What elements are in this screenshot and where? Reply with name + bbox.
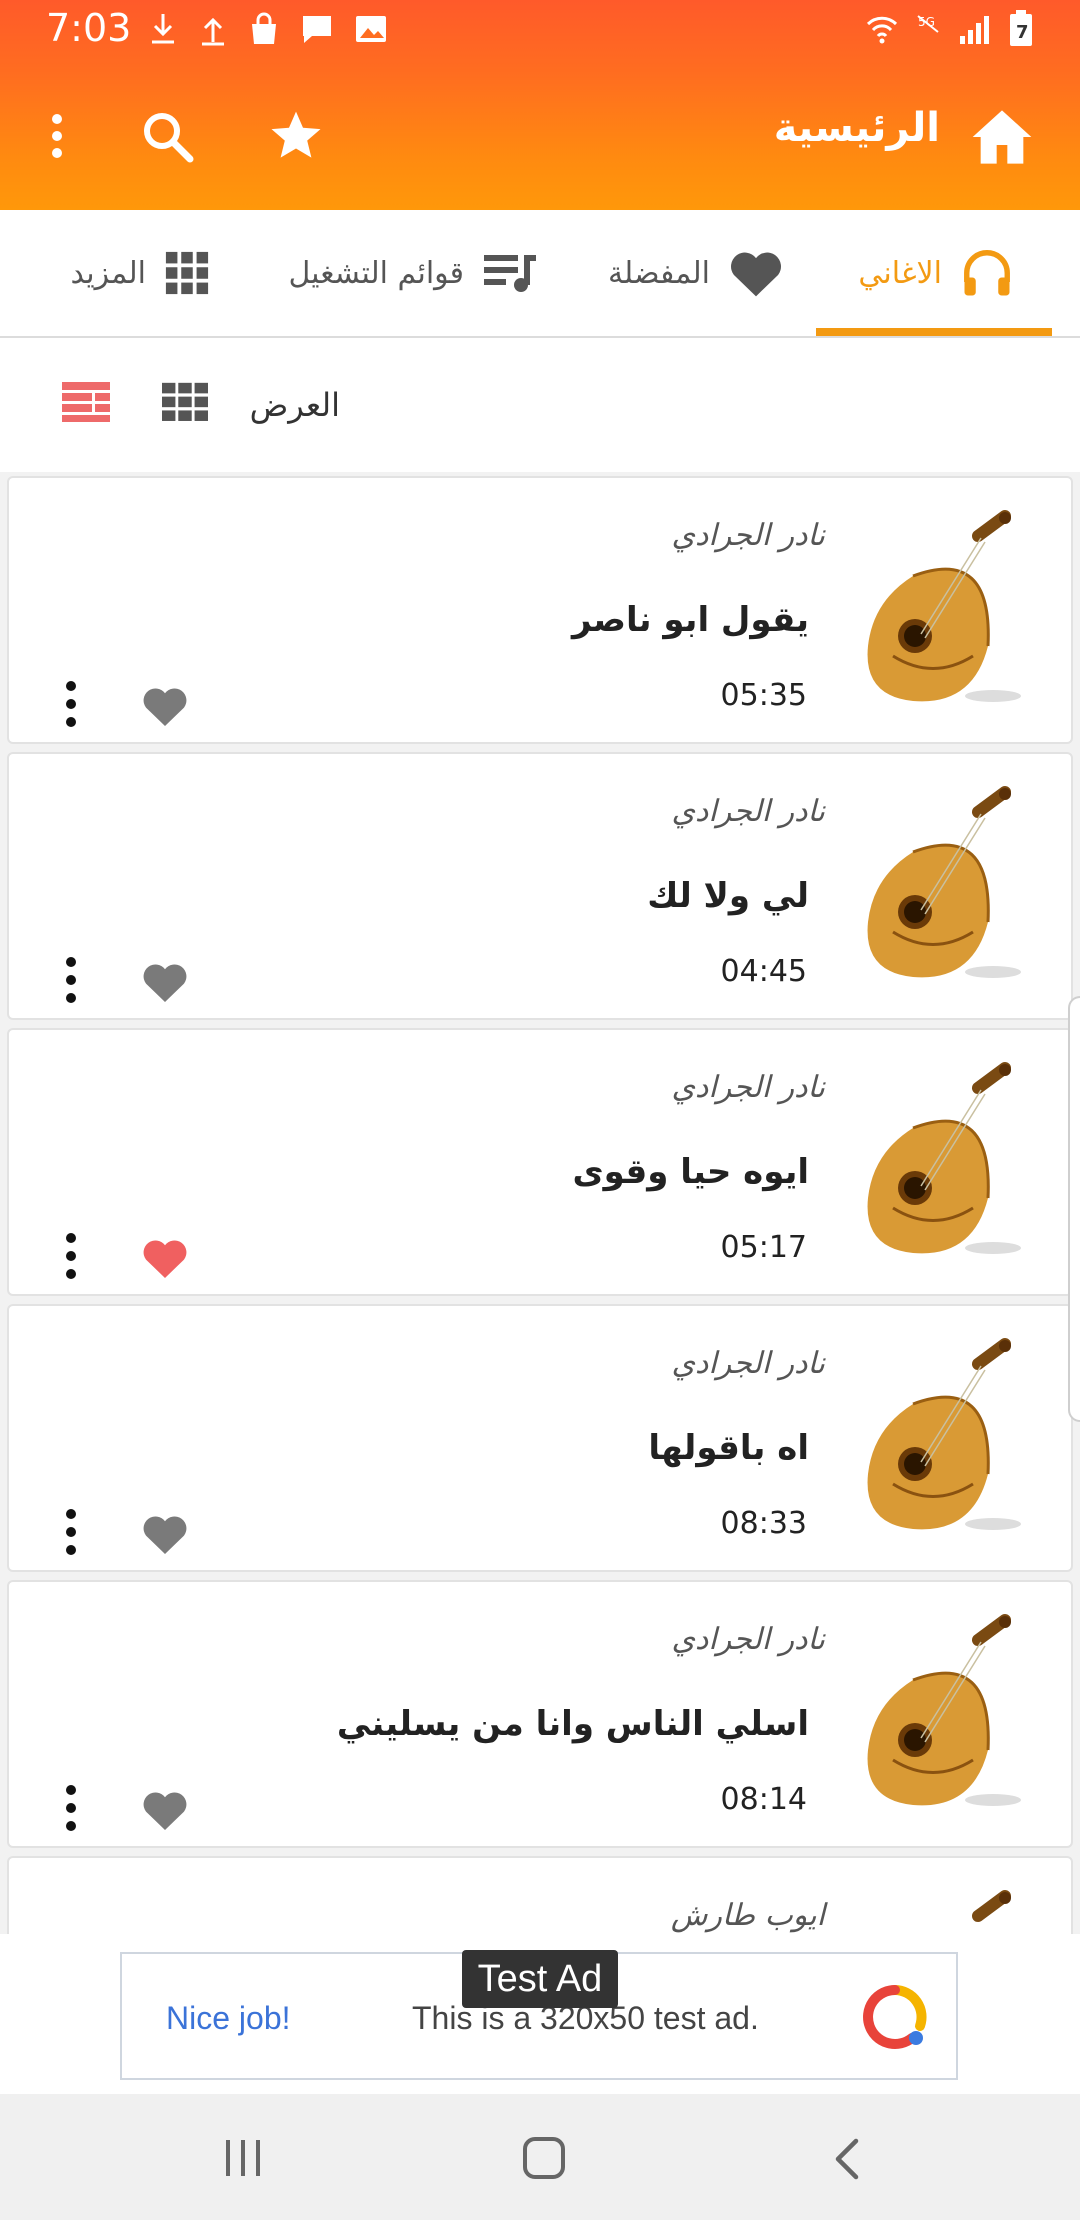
shopping-bag-icon	[252, 12, 276, 44]
svg-text:7: 7	[1016, 22, 1029, 43]
oud-icon	[867, 510, 1021, 702]
app-bar: الرئيسية	[0, 63, 1080, 210]
song-artist: نادر الجرادي	[671, 1622, 825, 1657]
tab-playlists[interactable]: قوائم التشغيل	[288, 210, 538, 336]
more-options-icon[interactable]	[61, 1508, 81, 1556]
song-card[interactable]: ايوب طارش	[7, 1856, 1073, 1934]
song-duration: 08:33	[720, 1506, 807, 1541]
list-view-icon[interactable]	[62, 382, 110, 422]
song-list: نادر الجرادي يقول ابو ناصر 05:35 نادر ال…	[0, 472, 1080, 1934]
song-duration: 05:35	[720, 678, 807, 713]
song-title: ايوه حيا وقوى	[572, 1152, 809, 1192]
song-duration: 05:17	[720, 1230, 807, 1265]
view-label: العرض	[249, 386, 340, 424]
song-card[interactable]: نادر الجرادي ايوه حيا وقوى 05:17	[7, 1028, 1073, 1296]
song-artist: نادر الجرادي	[671, 1346, 825, 1381]
signal-icon	[960, 16, 989, 44]
upload-icon	[202, 17, 224, 46]
status-bar: 7:03 5G 7	[0, 0, 1080, 63]
oud-icon	[972, 1890, 1011, 1922]
song-artist: نادر الجرادي	[671, 1070, 825, 1105]
status-notification-icons	[148, 12, 388, 46]
favorite-toggle-icon[interactable]	[141, 960, 189, 1004]
view-toggle-row: العرض	[0, 338, 1080, 472]
tab-label: الاغاني	[858, 255, 942, 291]
tab-more[interactable]: المزيد	[71, 210, 210, 336]
oud-icon	[867, 786, 1021, 978]
tab-bar: الاغاني المفضلة قوائم التشغيل المزيد	[0, 210, 1080, 338]
heart-icon	[731, 252, 781, 297]
song-title: لي ولا لك	[647, 876, 809, 916]
fast-scroll-handle[interactable]	[1068, 996, 1080, 1422]
status-time: 7:03	[46, 6, 132, 50]
home-nav-icon[interactable]	[522, 2136, 566, 2180]
ad-cta[interactable]: Nice job!	[166, 2000, 291, 2037]
header: 7:03 5G 7 الرئيسية	[0, 0, 1080, 210]
favorite-toggle-icon[interactable]	[141, 684, 189, 728]
home-icon[interactable]	[970, 107, 1034, 167]
playlist-icon	[484, 255, 536, 292]
song-card[interactable]: نادر الجرادي اسلي الناس وانا من يسليني 0…	[7, 1580, 1073, 1848]
song-artist: نادر الجرادي	[671, 794, 825, 829]
battery-icon: 7	[1010, 10, 1032, 46]
image-icon	[356, 16, 386, 42]
song-title: اسلي الناس وانا من يسليني	[336, 1704, 809, 1744]
tab-label: المزيد	[70, 255, 146, 291]
more-options-icon[interactable]	[61, 1232, 81, 1280]
message-icon	[303, 16, 331, 43]
star-icon[interactable]	[268, 107, 324, 163]
more-options-icon[interactable]	[61, 956, 81, 1004]
favorite-toggle-icon[interactable]	[141, 1512, 189, 1556]
tab-favorites[interactable]: المفضلة	[608, 210, 784, 336]
song-card[interactable]: نادر الجرادي اه باقولها 08:33	[7, 1304, 1073, 1572]
active-tab-indicator	[816, 328, 1052, 336]
favorite-toggle-icon[interactable]	[141, 1788, 189, 1832]
song-duration: 08:14	[720, 1782, 807, 1817]
tab-songs[interactable]: الاغاني	[858, 210, 1014, 336]
more-options-icon[interactable]	[61, 680, 81, 728]
wifi-calling-icon	[866, 16, 898, 44]
grid-icon	[165, 251, 209, 295]
back-icon[interactable]	[832, 2138, 862, 2180]
system-nav-bar	[0, 2094, 1080, 2220]
song-card[interactable]: نادر الجرادي يقول ابو ناصر 05:35	[7, 476, 1073, 744]
song-artist: نادر الجرادي	[671, 518, 825, 553]
download-icon	[152, 14, 174, 44]
recent-apps-icon[interactable]	[222, 2138, 264, 2178]
song-duration: 04:45	[720, 954, 807, 989]
page-title: الرئيسية	[773, 105, 940, 151]
more-vert-icon[interactable]	[42, 111, 72, 161]
tab-label: قوائم التشغيل	[288, 255, 464, 291]
signal-off-icon: 5G	[917, 15, 939, 33]
search-icon[interactable]	[140, 109, 196, 165]
tab-label: المفضلة	[607, 255, 710, 291]
headphones-icon	[964, 250, 1010, 296]
oud-icon	[867, 1338, 1021, 1530]
song-artist: ايوب طارش	[670, 1898, 825, 1933]
test-ad-badge: Test Ad	[462, 1950, 618, 2008]
status-system-icons: 5G 7	[864, 10, 1034, 48]
grid-view-icon[interactable]	[162, 382, 208, 422]
song-title: اه باقولها	[648, 1428, 809, 1468]
ad-logo-icon	[863, 1985, 927, 2049]
song-title: يقول ابو ناصر	[571, 600, 809, 640]
oud-icon	[867, 1062, 1021, 1254]
song-card[interactable]: نادر الجرادي لي ولا لك 04:45	[7, 752, 1073, 1020]
more-options-icon[interactable]	[61, 1784, 81, 1832]
favorite-toggle-icon[interactable]	[141, 1236, 189, 1280]
oud-icon	[867, 1614, 1021, 1806]
